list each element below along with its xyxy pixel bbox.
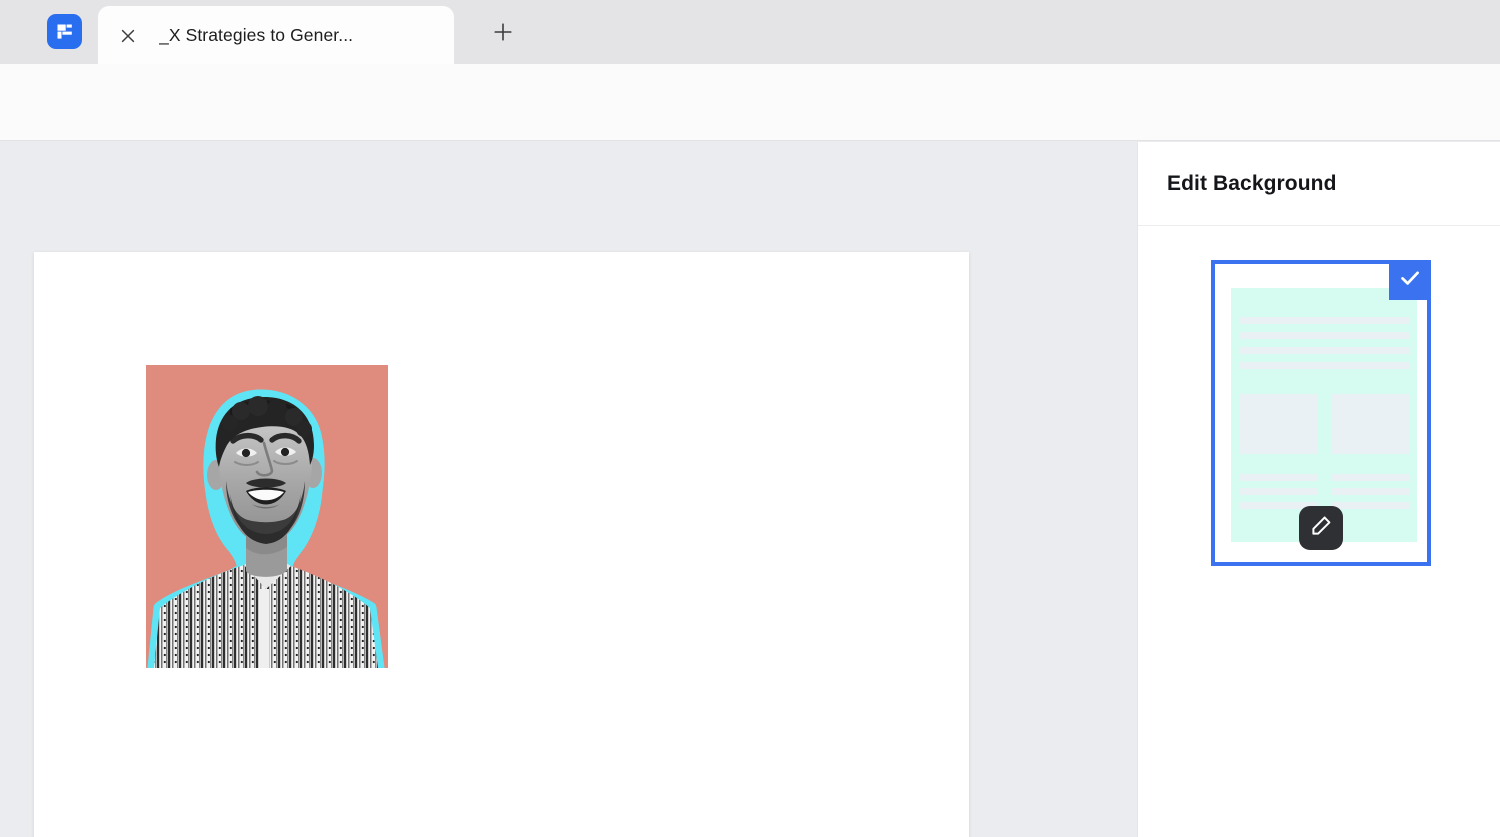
panel-title: Edit Background [1167,171,1337,195]
new-tab-button[interactable] [488,17,518,47]
portrait-photo[interactable] [146,365,388,668]
document-page[interactable] [34,252,969,837]
check-icon [1397,265,1423,296]
pencil-icon [1308,513,1334,544]
app-window: _X Strategies to Gener... Add Background [0,0,1500,837]
background-preview [1231,288,1417,542]
background-thumbnail[interactable] [1211,260,1431,566]
panel-header: Edit Background [1138,142,1500,226]
thumbnail-edit-button[interactable] [1299,506,1343,550]
tab-title: _X Strategies to Gener... [159,24,354,45]
background-thumbnail-item[interactable] [1211,260,1431,566]
close-icon[interactable] [116,24,140,48]
browser-tab-bar: _X Strategies to Gener... [0,0,1500,64]
document-canvas[interactable] [0,142,1137,837]
edit-background-panel: Edit Background [1137,142,1500,837]
background-toolbar: Add Background Edit Background Remove Ba… [0,64,1500,189]
selected-check-badge[interactable] [1389,260,1431,300]
browser-tab[interactable]: _X Strategies to Gener... [98,6,454,64]
app-logo-icon[interactable] [47,14,82,49]
